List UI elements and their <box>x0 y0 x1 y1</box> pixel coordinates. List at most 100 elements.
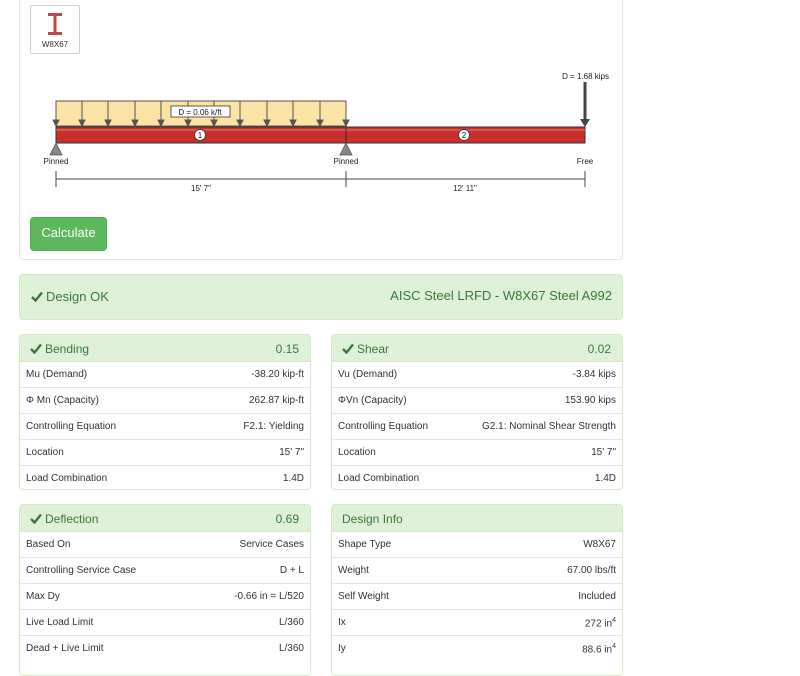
row-key: Controlling Service Case <box>26 565 137 576</box>
table-row: Controlling Equation F2.1: Yielding <box>20 414 310 440</box>
table-row: Dead + Live Limit L/360 <box>20 636 310 661</box>
row-value: L/360 <box>278 617 304 628</box>
table-row: Load Combination 1.4D <box>332 466 622 489</box>
row-key: Location <box>26 447 64 458</box>
table-row: Shape Type W8X67 <box>332 532 622 558</box>
distributed-load-label: D = 0.06 k/ft <box>178 108 222 117</box>
calculate-button[interactable]: Calculate <box>30 217 107 251</box>
row-key: Controlling Equation <box>338 421 429 432</box>
row-key: Self Weight <box>338 591 389 602</box>
row-key: Φ Mn (Capacity) <box>26 395 99 406</box>
row-value: 15' 7" <box>279 447 304 458</box>
row-key: Load Combination <box>26 473 108 484</box>
table-row: Ix 272 in4 <box>332 610 622 636</box>
row-value: 1.4D <box>594 473 616 484</box>
row-key: Based On <box>26 539 71 550</box>
table-row: Load Combination 1.4D <box>20 466 310 489</box>
table-row: Vu (Demand) -3.84 kips <box>332 362 622 388</box>
table-row: Mu (Demand) -38.20 kip-ft <box>20 362 310 388</box>
iy-value: 88.6 in <box>582 644 613 656</box>
row-value: Service Cases <box>239 539 304 550</box>
table-row: Controlling Equation G2.1: Nominal Shear … <box>332 414 622 440</box>
table-row: Iy 88.6 in4 <box>332 636 622 661</box>
row-key: Dead + Live Limit <box>26 643 104 654</box>
row-value: Included <box>578 591 616 602</box>
row-value: -3.84 kips <box>572 369 616 380</box>
row-value: 67.00 lbs/ft <box>567 565 616 576</box>
table-row: Self Weight Included <box>332 584 622 610</box>
row-key: Shape Type <box>338 539 392 550</box>
row-key: Location <box>338 447 376 458</box>
ix-exponent: 4 <box>612 617 616 624</box>
row-value: G2.1: Nominal Shear Strength <box>482 421 616 432</box>
deflection-header[interactable]: Deflection 0.69 <box>20 505 310 532</box>
table-row: Max Dy -0.66 in = L/520 <box>20 584 310 610</box>
check-icon <box>30 343 42 354</box>
pinned-support-middle[interactable] <box>339 142 353 156</box>
row-value: D + L <box>279 565 304 576</box>
pinned-support-left[interactable] <box>49 142 63 156</box>
deflection-ratio: 0.69 <box>275 512 299 526</box>
beam-member[interactable] <box>55 126 586 144</box>
beam-diagram: D = 0.06 k/ft 1 2 D = 1.68 kips Pinned P… <box>44 72 609 193</box>
check-icon <box>30 513 42 524</box>
row-value: -38.20 kip-ft <box>251 369 304 380</box>
bending-title: Bending <box>45 342 90 356</box>
check-icon <box>342 343 354 354</box>
row-key: Weight <box>338 565 369 576</box>
table-row: Live Load Limit L/360 <box>20 610 310 636</box>
row-value: 88.6 in4 <box>582 643 616 655</box>
ix-value: 272 in <box>584 618 613 630</box>
row-value: -0.66 in = L/520 <box>234 591 304 602</box>
row-value: L/360 <box>278 643 304 654</box>
row-key: Ix <box>338 617 346 628</box>
shear-header[interactable]: Shear 0.02 <box>332 335 622 362</box>
point-load-arrowhead <box>580 119 590 127</box>
design-spec: AISC Steel LRFD - W8X67 Steel A992 <box>390 288 612 303</box>
design-status: Design OK <box>31 289 109 304</box>
row-key: Iy <box>338 643 346 654</box>
span-number-2: 2 <box>462 131 467 140</box>
table-row: Based On Service Cases <box>20 532 310 558</box>
row-key: Vu (Demand) <box>338 369 398 380</box>
row-value: 153.90 kips <box>564 395 616 406</box>
table-row: Location 15' 7" <box>332 440 622 466</box>
table-row: Weight 67.00 lbs/ft <box>332 558 622 584</box>
row-value: 15' 7" <box>591 447 616 458</box>
design-status-text: Design OK <box>46 289 109 304</box>
span-length-2: 12' 11" <box>453 184 477 193</box>
design-status-banner: Design OK AISC Steel LRFD - W8X67 Steel … <box>19 274 623 320</box>
row-value: 1.4D <box>282 473 304 484</box>
span-number-1: 1 <box>198 131 203 140</box>
row-key: Mu (Demand) <box>26 369 88 380</box>
row-value: W8X67 <box>583 539 616 550</box>
deflection-panel: Deflection 0.69 Based On Service Cases Co… <box>19 504 311 676</box>
span-length-1: 15' 7" <box>191 184 211 193</box>
iy-exponent: 4 <box>612 643 616 650</box>
support-label-right: Free <box>577 157 594 166</box>
row-value: 262.87 kip-ft <box>248 395 304 406</box>
deflection-title: Deflection <box>45 512 99 526</box>
table-row: Φ Mn (Capacity) 262.87 kip-ft <box>20 388 310 414</box>
row-key: Live Load Limit <box>26 617 94 628</box>
table-row: Location 15' 7" <box>20 440 310 466</box>
design-info-header[interactable]: Design Info <box>332 505 622 532</box>
shear-ratio: 0.02 <box>587 342 611 356</box>
table-row: Controlling Service Case D + L <box>20 558 310 584</box>
shear-title: Shear <box>357 342 390 356</box>
design-info-panel: Design Info Shape Type W8X67 Weight 67.00 … <box>331 504 623 676</box>
row-key: Controlling Equation <box>26 421 117 432</box>
shear-panel: Shear 0.02 Vu (Demand) -3.84 kips ΦVn (Ca… <box>331 334 623 490</box>
table-row: ΦVn (Capacity) 153.90 kips <box>332 388 622 414</box>
bending-panel: Bending 0.15 Mu (Demand) -38.20 kip-ft Φ … <box>19 334 311 490</box>
design-info-title: Design Info <box>342 512 403 526</box>
row-key: Max Dy <box>26 591 60 602</box>
row-value: F2.1: Yielding <box>243 421 304 432</box>
support-label-left: Pinned <box>44 157 69 166</box>
row-value: 272 in4 <box>585 617 616 629</box>
dimension-line <box>55 171 586 187</box>
bending-header[interactable]: Bending 0.15 <box>20 335 310 362</box>
check-icon <box>31 291 43 302</box>
point-load-label: D = 1.68 kips <box>562 72 609 81</box>
row-key: Load Combination <box>338 473 420 484</box>
